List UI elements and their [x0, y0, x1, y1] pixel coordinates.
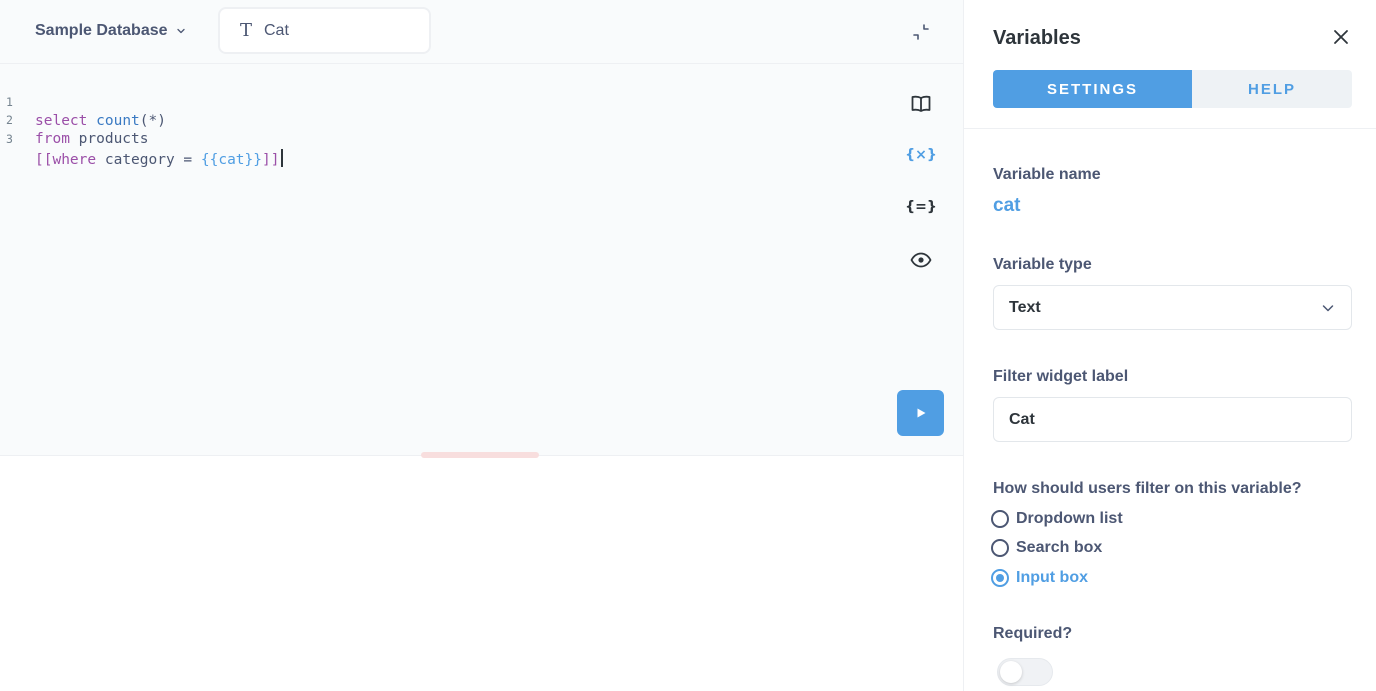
database-picker-label: Sample Database [35, 22, 168, 39]
data-reference-button[interactable] [905, 88, 937, 120]
code-line-source: [[where category = {{cat}}]] [35, 149, 284, 170]
sidebar-tabs: SETTINGS HELP [993, 70, 1352, 108]
toggle-knob [1000, 661, 1022, 683]
sql-token: category = [96, 152, 201, 168]
variable-type-select[interactable]: Text [993, 285, 1352, 330]
close-icon [1334, 30, 1348, 44]
radio-dropdown-list[interactable]: Dropdown list [991, 508, 1123, 530]
chevron-down-icon [1322, 304, 1334, 311]
radio-label: Search box [1016, 539, 1103, 556]
line-number: 3 [6, 132, 13, 146]
variable-filter-widget[interactable]: T Cat [218, 7, 431, 54]
snippets-button[interactable]: {=} [905, 191, 937, 223]
radio-button[interactable] [991, 539, 1009, 557]
sql-token: products [69, 131, 149, 147]
required-toggle[interactable] [997, 658, 1053, 686]
variable-name-value: cat [993, 195, 1021, 216]
code-line: 2 from products [0, 92, 880, 147]
variable-name-label: Variable name [993, 166, 1101, 183]
filter-method-question: How should users filter on this variable… [993, 480, 1302, 497]
text-cursor [281, 149, 284, 167]
tab-settings[interactable]: SETTINGS [993, 70, 1192, 108]
sidebar-divider [964, 128, 1376, 129]
sql-token: [[ [35, 152, 53, 168]
radio-label: Dropdown list [1016, 510, 1123, 527]
variable-filter-widget-label: Cat [264, 21, 289, 39]
collapse-icon [913, 24, 929, 40]
tab-help[interactable]: HELP [1192, 70, 1352, 108]
sql-token: {{cat}} [200, 152, 262, 168]
filter-widget-label-heading: Filter widget label [993, 368, 1129, 385]
database-picker[interactable]: Sample Database [35, 19, 186, 43]
variable-type-label: Variable type [993, 256, 1092, 273]
radio-search-box[interactable]: Search box [991, 537, 1102, 559]
snippets-icon: {=} [905, 199, 937, 215]
chevron-down-icon [176, 28, 185, 34]
sidebar-title: Variables [993, 27, 1081, 49]
variable-type-value: Text [1009, 298, 1041, 316]
variables-sidebar: Variables SETTINGS HELP Variable name ca… [963, 0, 1376, 691]
book-icon [911, 95, 931, 112]
play-icon [917, 408, 925, 418]
variables-button[interactable]: {×} [905, 139, 937, 171]
close-sidebar-button[interactable] [1330, 26, 1352, 48]
radio-input-box[interactable]: Input box [991, 567, 1088, 589]
text-type-icon: T [239, 19, 252, 41]
required-label: Required? [993, 625, 1073, 642]
sql-token: where [52, 152, 97, 168]
editor-topbar: Sample Database T Cat [0, 0, 963, 64]
sql-token: ]] [262, 152, 280, 168]
radio-label: Input box [1016, 569, 1088, 586]
radio-button-checked[interactable] [991, 569, 1009, 587]
preview-query-button[interactable] [905, 244, 937, 276]
native-query-editor: Sample Database T Cat 1 select count(*) … [0, 0, 963, 691]
eye-icon [910, 252, 932, 268]
radio-button[interactable] [991, 510, 1009, 528]
code-line: 3 [[where category = {{cat}}]] [0, 111, 880, 168]
editor-resize-handle[interactable] [421, 452, 539, 458]
variables-icon: {×} [905, 147, 937, 163]
run-query-button[interactable] [897, 390, 944, 436]
collapse-editor-button[interactable] [909, 20, 933, 44]
code-line: 1 select count(*) [0, 74, 880, 129]
filter-widget-label-input[interactable] [993, 397, 1352, 442]
sql-code-area[interactable]: 1 select count(*) 2 from products 3 [[wh… [0, 64, 963, 455]
